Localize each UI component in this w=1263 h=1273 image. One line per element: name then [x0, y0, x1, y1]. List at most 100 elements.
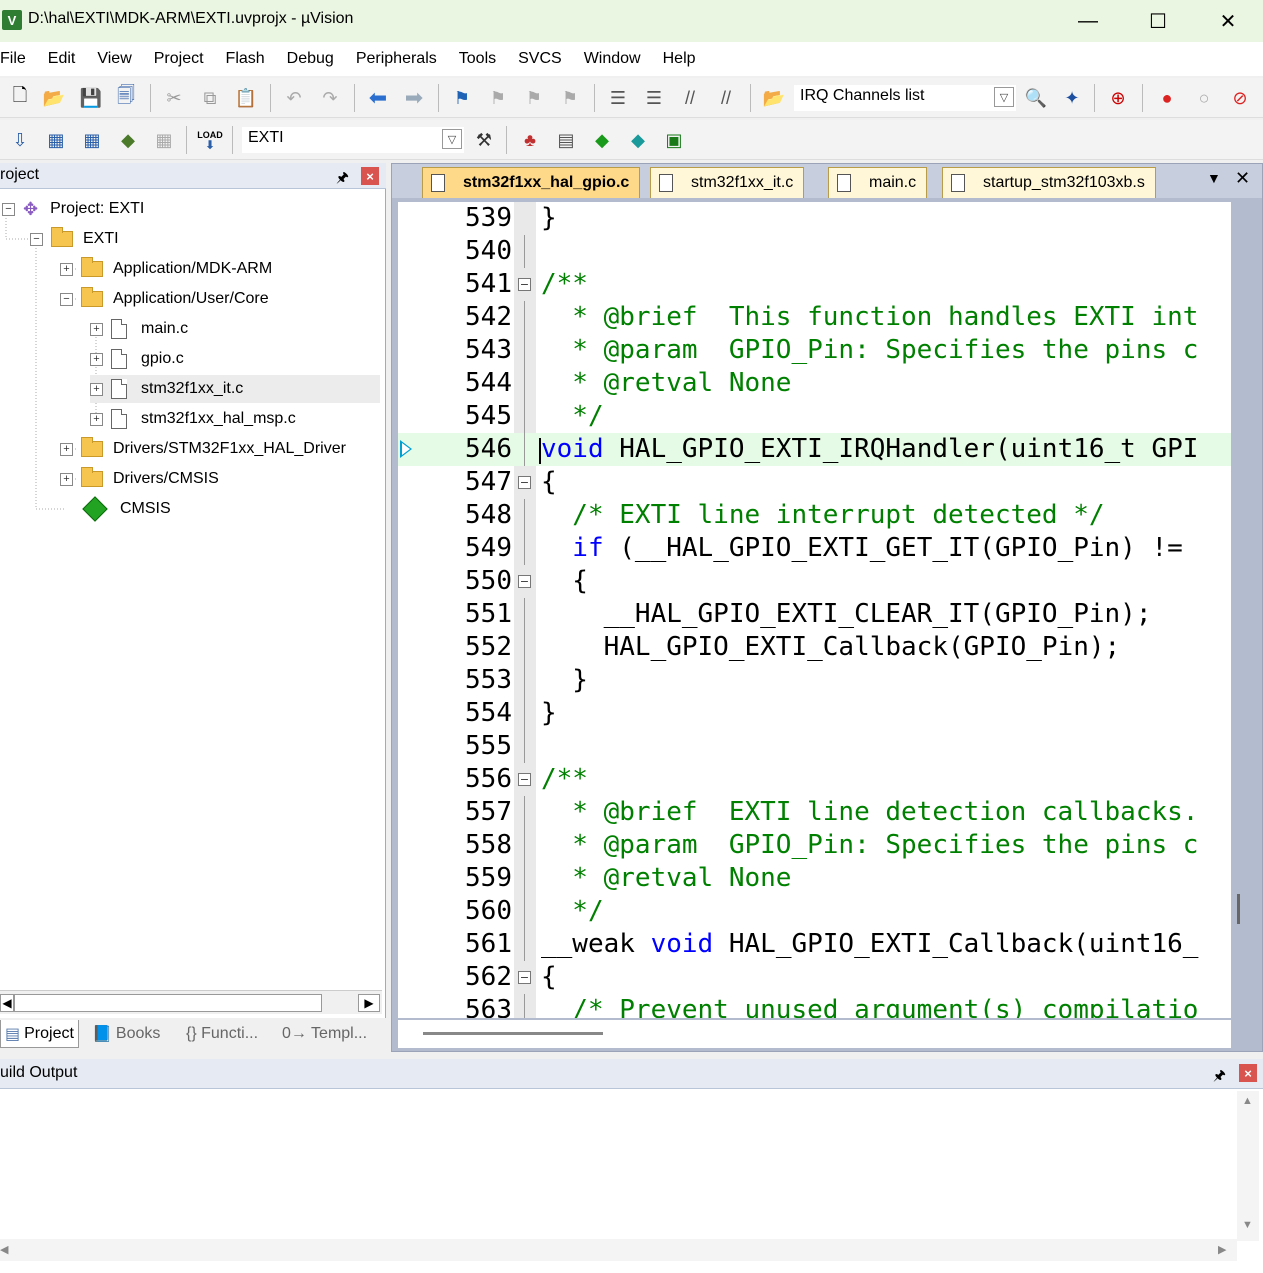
code-line[interactable]: 542 * @brief This function handles EXTI …: [398, 301, 1231, 334]
panel-tab-1[interactable]: 📘 Books: [88, 1020, 164, 1048]
fold-toggle-icon[interactable]: −: [518, 278, 531, 291]
open-file-icon[interactable]: 📂: [42, 86, 66, 110]
scroll-thumb[interactable]: [14, 994, 322, 1012]
code-line[interactable]: 539}: [398, 202, 1231, 235]
paste-icon[interactable]: 📋: [234, 86, 258, 110]
tree-item[interactable]: − ✥ Project: EXTI: [2, 195, 144, 223]
code-line[interactable]: 551 __HAL_GPIO_EXTI_CLEAR_IT(GPIO_Pin);: [398, 598, 1231, 631]
expand-toggle-icon[interactable]: +: [90, 412, 103, 426]
find-in-files-icon[interactable]: 📂: [762, 86, 786, 110]
batch-build-icon[interactable]: ◆: [116, 128, 140, 152]
editor-tab-3[interactable]: startup_stm32f103xb.s: [942, 167, 1156, 198]
expand-toggle-icon[interactable]: +: [60, 262, 73, 276]
code-line[interactable]: 544 * @retval None: [398, 367, 1231, 400]
translate-icon[interactable]: ⇩: [8, 128, 32, 152]
prev-bookmark-icon[interactable]: ⚑: [486, 86, 510, 110]
find-icon[interactable]: 🔍: [1024, 86, 1048, 110]
uncomment-icon[interactable]: //: [714, 86, 738, 110]
editor-tab-1[interactable]: stm32f1xx_it.c: [650, 167, 805, 198]
scroll-left-icon[interactable]: ◀: [0, 994, 14, 1012]
expand-toggle-icon[interactable]: −: [60, 292, 73, 306]
code-line[interactable]: 563 /* Prevent unused argument(s) compil…: [398, 994, 1231, 1018]
navigate-back-icon[interactable]: ⬅: [366, 85, 390, 110]
expand-toggle-icon[interactable]: +: [60, 442, 73, 456]
code-line[interactable]: 560 */: [398, 895, 1231, 928]
save-all-icon[interactable]: 🗐: [114, 85, 138, 110]
tab-list-menu-icon[interactable]: ▼: [1207, 170, 1221, 186]
target-options-icon[interactable]: ⚒: [472, 128, 496, 152]
code-line[interactable]: 540: [398, 235, 1231, 268]
code-line[interactable]: 548 /* EXTI line interrupt detected */: [398, 499, 1231, 532]
unindent-icon[interactable]: ☰: [642, 86, 666, 110]
pin-icon[interactable]: 🖈: [1213, 1065, 1226, 1089]
pack-installer-icon[interactable]: ◆: [626, 128, 650, 152]
scroll-up-icon[interactable]: ▲: [1242, 1095, 1253, 1107]
code-line[interactable]: 549 if (__HAL_GPIO_EXTI_GET_IT(GPIO_Pin)…: [398, 532, 1231, 565]
expand-toggle-icon[interactable]: +: [90, 382, 103, 396]
panel-tab-3[interactable]: 0→ Templ...: [278, 1020, 371, 1048]
scroll-left-icon[interactable]: ◀: [0, 1243, 8, 1256]
fold-toggle-icon[interactable]: −: [518, 773, 531, 786]
tree-item[interactable]: + main.c: [90, 315, 188, 343]
project-hscroll[interactable]: ◀ ▶: [0, 990, 382, 1014]
code-line[interactable]: 553 }: [398, 664, 1231, 697]
editor-tab-2[interactable]: main.c: [828, 167, 928, 198]
scroll-thumb[interactable]: [423, 1032, 603, 1035]
expand-toggle-icon[interactable]: +: [90, 322, 103, 336]
expand-toggle-icon[interactable]: +: [90, 352, 103, 366]
code-editor[interactable]: 539} 540 541/** −542 * @brief This function…: [398, 202, 1231, 1018]
manage-rte-icon[interactable]: ◆: [590, 128, 614, 152]
tree-item[interactable]: − Application/User/Core: [60, 285, 269, 313]
insert-breakpoint-icon[interactable]: ●: [1155, 86, 1179, 110]
download-icon[interactable]: LOAD ⬇: [197, 128, 223, 152]
maximize-button[interactable]: ☐: [1123, 0, 1193, 42]
code-line[interactable]: 561 __weak void HAL_GPIO_EXTI_Callback(ui…: [398, 928, 1231, 961]
close-window-button[interactable]: ✕: [1193, 0, 1263, 42]
editor-tab-0[interactable]: stm32f1xx_hal_gpio.c: [422, 167, 641, 198]
code-line[interactable]: 554}: [398, 697, 1231, 730]
tree-item[interactable]: + Drivers/STM32F1xx_HAL_Driver: [60, 435, 346, 463]
clear-bookmarks-icon[interactable]: ⚑: [558, 86, 582, 110]
fold-toggle-icon[interactable]: −: [518, 476, 531, 489]
indent-icon[interactable]: ☰: [606, 86, 630, 110]
code-line[interactable]: 558 * @param GPIO_Pin: Specifies the pin…: [398, 829, 1231, 862]
copy-icon[interactable]: ⧉: [198, 86, 222, 110]
expand-toggle-icon[interactable]: +: [60, 472, 73, 486]
enable-breakpoint-icon[interactable]: ○: [1192, 86, 1216, 110]
cut-icon[interactable]: ✂: [162, 86, 186, 110]
select-packs-icon[interactable]: ▤: [554, 128, 578, 152]
tree-item[interactable]: + Application/MDK-ARM: [60, 255, 272, 283]
scroll-right-icon[interactable]: ▶: [358, 994, 380, 1012]
save-icon[interactable]: 💾: [79, 86, 103, 110]
undo-icon[interactable]: ↶: [282, 86, 306, 110]
fold-toggle-icon[interactable]: −: [518, 575, 531, 588]
menu-peripherals[interactable]: Peripherals: [345, 50, 448, 68]
build-output-vscroll[interactable]: ▲ ▼: [1237, 1091, 1259, 1241]
editor-hscroll[interactable]: [398, 1020, 1231, 1048]
scroll-down-icon[interactable]: ▼: [1242, 1219, 1253, 1231]
menu-svcs[interactable]: SVCS: [507, 50, 573, 68]
target-combo[interactable]: EXTI ▽: [242, 127, 464, 153]
redo-icon[interactable]: ↷: [318, 86, 342, 110]
kill-breakpoints-icon[interactable]: ⊘: [1228, 86, 1252, 110]
bookmark-icon[interactable]: ⚑: [450, 86, 474, 110]
irq-channels-combo[interactable]: IRQ Channels list ▽: [794, 85, 1016, 111]
expand-toggle-icon[interactable]: −: [2, 202, 15, 216]
code-line[interactable]: 543 * @param GPIO_Pin: Specifies the pin…: [398, 334, 1231, 367]
pin-icon[interactable]: 🖈: [336, 167, 349, 191]
code-line[interactable]: 545 */: [398, 400, 1231, 433]
code-line[interactable]: 559 * @retval None: [398, 862, 1231, 895]
software-components-icon[interactable]: ▣: [662, 128, 686, 152]
panel-tab-2[interactable]: {} Functi...: [182, 1020, 262, 1048]
tree-item[interactable]: + Drivers/CMSIS: [60, 465, 219, 493]
menu-view[interactable]: View: [86, 50, 142, 68]
incremental-find-icon[interactable]: ✦: [1060, 86, 1084, 110]
tree-item[interactable]: + stm32f1xx_it.c: [90, 375, 380, 403]
expand-toggle-icon[interactable]: −: [30, 232, 43, 246]
fold-toggle-icon[interactable]: −: [518, 971, 531, 984]
panel-tab-0[interactable]: ▤ Project: [0, 1020, 79, 1048]
stop-build-icon[interactable]: ▦: [152, 128, 176, 152]
minimize-button[interactable]: —: [1053, 0, 1123, 42]
rebuild-icon[interactable]: ▦: [80, 128, 104, 152]
chevron-down-icon[interactable]: ▽: [442, 129, 462, 149]
